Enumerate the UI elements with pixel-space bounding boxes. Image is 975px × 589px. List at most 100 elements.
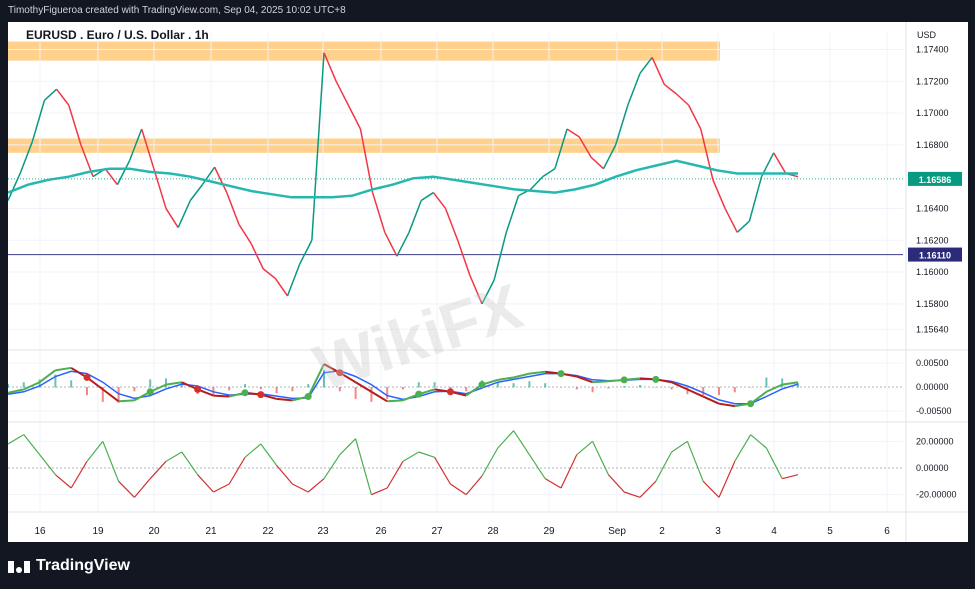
- x-tick-label: 16: [34, 526, 46, 537]
- oscillator-panel-1: [7, 362, 903, 412]
- osc1-cross-dot: [557, 370, 565, 378]
- price-segment: [56, 88, 70, 106]
- osc1-tick-label: 0.00500: [916, 358, 949, 368]
- osc1-histogram-bar: [307, 384, 310, 388]
- x-tick-label: 6: [884, 526, 890, 537]
- price-tick-label: 1.17000: [916, 108, 949, 118]
- osc2-tick-label: -20.00000: [916, 490, 957, 500]
- price-segment: [675, 93, 690, 106]
- price-tick-label: 1.15640: [916, 324, 949, 334]
- x-tick-label: Sep: [608, 526, 626, 537]
- price-segment: [748, 176, 763, 222]
- osc1-histogram-bar: [275, 387, 278, 394]
- osc1-histogram-bar: [402, 387, 404, 390]
- osc1-fast-segment: [55, 366, 72, 372]
- osc1-histogram-bar: [733, 387, 736, 393]
- osc1-histogram-bar: [512, 383, 515, 388]
- price-segment: [116, 160, 131, 185]
- x-tick-label: 23: [317, 526, 329, 537]
- price-segment: [31, 100, 46, 142]
- x-tick-label: 22: [262, 526, 274, 537]
- osc1-fast-segment: [686, 388, 704, 398]
- price-tick-label: 1.16400: [916, 203, 949, 213]
- price-tick-label: 1.15800: [916, 299, 949, 309]
- osc2-segment: [260, 443, 278, 466]
- osc1-histogram-bar: [607, 387, 610, 389]
- price-segment: [335, 80, 349, 106]
- price-segment: [444, 208, 459, 241]
- grid: [8, 32, 903, 512]
- price-segment: [663, 83, 677, 95]
- price-segment: [213, 166, 228, 193]
- osc2-segment: [371, 487, 388, 496]
- osc2-segment: [165, 451, 183, 462]
- price-segment: [43, 88, 58, 101]
- currency-label: USD: [916, 30, 936, 40]
- osc1-tick-label: 0.00000: [916, 382, 949, 392]
- osc1-histogram-bar: [591, 387, 594, 393]
- osc2-segment: [181, 451, 199, 476]
- price-chart[interactable]: 16 19 20 21 22 23 26 27 28 29 Sep 2 3 4 5 61.174001.172…: [7, 22, 968, 542]
- x-tick-label: 27: [431, 526, 443, 537]
- osc2-segment: [55, 474, 72, 489]
- osc2-segment: [560, 454, 578, 489]
- osc2-tick-label: 20.00000: [916, 436, 954, 446]
- osc1-histogram-bar: [244, 384, 246, 388]
- osc1-histogram-bar: [7, 384, 9, 388]
- attribution-bar: TimothyFigueroa created with TradingView…: [0, 0, 975, 22]
- osc2-segment: [734, 434, 752, 462]
- price-segment: [347, 104, 362, 130]
- osc2-segment: [244, 443, 262, 458]
- osc1-cross-dot: [620, 376, 628, 384]
- osc2-segment: [655, 451, 673, 482]
- osc1-histogram-bar: [149, 379, 152, 388]
- price-segment: [7, 173, 21, 201]
- osc1-fast-segment: [702, 395, 720, 405]
- price-segment: [712, 179, 726, 209]
- osc2-segment: [149, 460, 167, 480]
- osc2-segment: [782, 474, 799, 480]
- osc1-histogram-bar: [781, 378, 784, 388]
- osc1-cross-dot: [257, 391, 265, 399]
- osc1-fast-segment: [387, 399, 404, 403]
- osc2-segment: [39, 454, 56, 476]
- x-tick-label: 4: [771, 526, 777, 537]
- osc1-cross-dot: [304, 393, 312, 401]
- osc1-histogram-bar: [639, 385, 641, 388]
- osc1-cross-dot: [83, 373, 91, 381]
- osc1-histogram-bar: [765, 377, 768, 388]
- osc2-segment: [497, 430, 515, 449]
- osc2-segment: [481, 447, 499, 477]
- price-segment: [590, 157, 605, 170]
- price-segment: [724, 208, 738, 233]
- chart-panel[interactable]: 16 19 20 21 22 23 26 27 28 29 Sep 2 3 4 5 6 1.17400 1.172…: [7, 22, 968, 542]
- osc1-fast-segment: [592, 380, 609, 384]
- price-segment: [189, 184, 204, 201]
- price-segment: [432, 192, 447, 209]
- osc2-segment: [386, 461, 404, 489]
- oscillator-panel-2: [7, 430, 903, 498]
- osc1-cross-dot: [652, 375, 660, 383]
- osc2-segment: [7, 434, 25, 445]
- osc1-histogram-bar: [670, 387, 673, 390]
- osc2-segment: [402, 451, 420, 462]
- osc1-histogram-bar: [718, 387, 720, 396]
- osc1-histogram-bar: [575, 387, 578, 390]
- tradingview-logo-icon: [8, 559, 30, 573]
- osc2-segment: [355, 438, 372, 495]
- osc1-histogram-bar: [433, 382, 436, 388]
- price-segment: [396, 231, 410, 257]
- footer-bar: TradingView: [0, 542, 975, 589]
- osc2-segment: [544, 478, 562, 489]
- osc2-segment: [686, 441, 704, 482]
- tradingview-logo[interactable]: TradingView: [8, 556, 130, 576]
- osc2-segment: [418, 451, 435, 458]
- x-tick-label: 28: [487, 526, 499, 537]
- osc2-segment: [228, 457, 246, 485]
- attribution-text: TimothyFigueroa created with TradingView…: [8, 5, 346, 16]
- price-segment: [408, 200, 422, 233]
- price-segment: [687, 104, 702, 130]
- chart-title: EURUSD . Euro / U.S. Dollar . 1h: [26, 28, 209, 42]
- osc1-histogram-bar: [544, 383, 547, 388]
- osc2-segment: [576, 440, 593, 456]
